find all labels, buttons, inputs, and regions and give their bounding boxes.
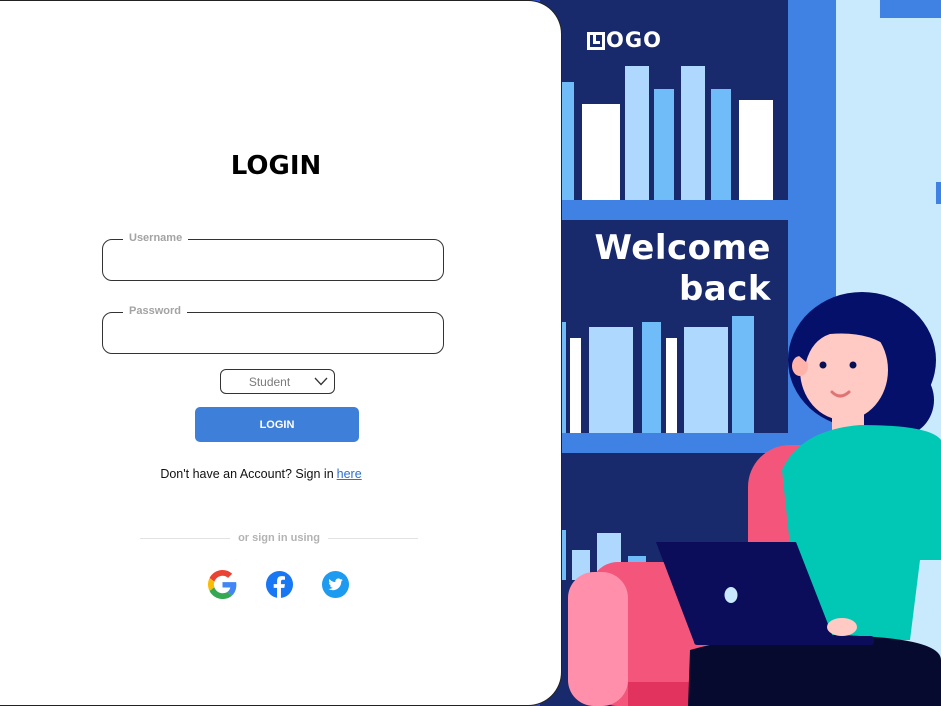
google-signin-button[interactable]: [207, 569, 237, 599]
signup-text: Don't have an Account? Sign in: [160, 467, 334, 481]
facebook-signin-button[interactable]: [264, 569, 294, 599]
welcome-heading: Welcome back: [594, 228, 771, 310]
brand-logo: OGO: [587, 30, 662, 51]
divider-line-right: [327, 537, 419, 539]
username-field[interactable]: Username: [102, 232, 444, 281]
signup-prompt: Don't have an Account? Sign in here: [0, 467, 522, 481]
twitter-signin-button[interactable]: [320, 569, 350, 599]
logo-text: OGO: [606, 28, 662, 52]
welcome-line-2: back: [678, 269, 771, 309]
signup-link[interactable]: here: [337, 467, 362, 481]
login-panel: LOGIN Username Password Student LOGIN Do…: [0, 0, 562, 706]
facebook-icon: [265, 570, 293, 598]
divider-line-left: [140, 537, 231, 539]
login-button[interactable]: LOGIN: [195, 407, 359, 442]
twitter-icon: [321, 570, 349, 598]
username-input[interactable]: [103, 240, 443, 280]
logo-icon: [587, 31, 605, 50]
role-select[interactable]: Student: [220, 369, 335, 394]
divider: or sign in using: [140, 531, 419, 545]
divider-text: or sign in using: [238, 532, 320, 544]
page-title: LOGIN: [230, 151, 322, 181]
password-field[interactable]: Password: [102, 305, 444, 354]
welcome-line-1: Welcome: [594, 228, 771, 268]
password-label: Password: [123, 305, 187, 317]
password-input[interactable]: [103, 313, 443, 353]
google-icon: [207, 569, 236, 599]
chevron-down-icon: [308, 372, 334, 392]
username-label: Username: [123, 232, 189, 244]
role-selected-value: Student: [248, 374, 291, 389]
